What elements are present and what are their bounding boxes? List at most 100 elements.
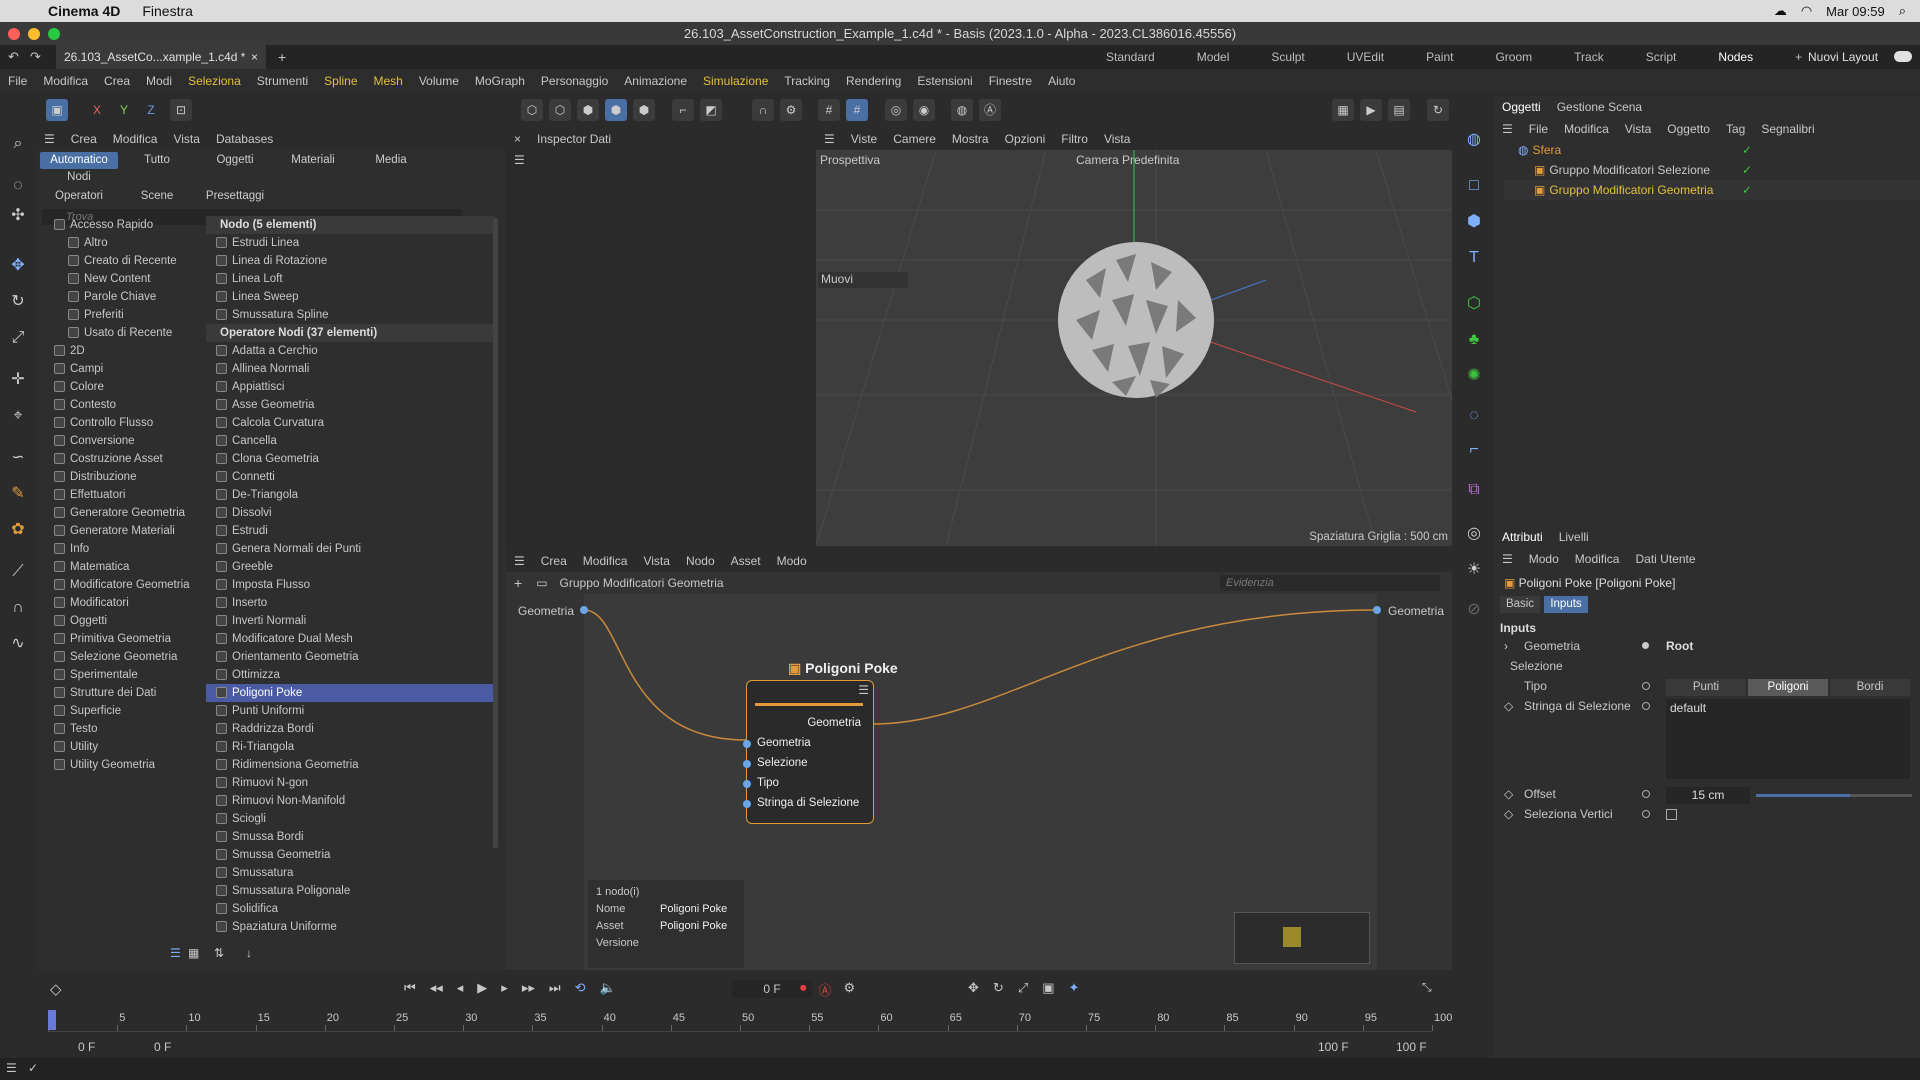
asset-item-ri-triangola[interactable]: Ri-Triangola (206, 738, 494, 756)
tree-item-controllo-flusso[interactable]: Controllo Flusso (42, 414, 202, 432)
asset-menu-modifica[interactable]: Modifica (105, 132, 166, 146)
menu-strumenti[interactable]: Strumenti (249, 74, 316, 88)
check-icon[interactable]: ✓ (1742, 140, 1752, 160)
asset-item-linea-loft[interactable]: Linea Loft (206, 270, 494, 288)
tree-item-contesto[interactable]: Contesto (42, 396, 202, 414)
filter-tab-presettaggi[interactable]: Presettaggi (196, 188, 274, 205)
render-settings-button[interactable]: ◉ (913, 99, 935, 121)
menu-seleziona[interactable]: Seleziona (180, 74, 249, 88)
tab-livelli[interactable]: Livelli (1551, 530, 1597, 544)
check-icon[interactable]: ✓ (1742, 160, 1752, 180)
node-title[interactable]: ▣ Poligoni Poke (788, 660, 898, 677)
timeline-ruler[interactable]: 0510152025303540455055606570758085909510… (48, 1010, 1452, 1032)
next-key-icon[interactable]: ▸▸ (522, 980, 535, 996)
loop-icon[interactable]: ⟲ (575, 980, 586, 996)
record-icon[interactable]: ⏺ (800, 980, 807, 999)
menu-icon[interactable]: ☰ (1494, 552, 1521, 566)
cube-icon[interactable]: ⬢ (1462, 210, 1486, 234)
search-icon[interactable]: ⌕ (1899, 3, 1906, 19)
asset-item-cancella[interactable]: Cancella (206, 432, 494, 450)
layout-standard[interactable]: Standard (1085, 50, 1176, 64)
sort-icon[interactable]: ⇅ (214, 946, 224, 960)
radio-icon[interactable] (1642, 810, 1650, 818)
asset-item-sciogli[interactable]: Sciogli (206, 810, 494, 828)
points-mode-button[interactable]: ⬡ (521, 99, 543, 121)
tree-item-new-content[interactable]: New Content (42, 270, 202, 288)
camera-object-icon[interactable]: ◍ (1462, 128, 1486, 152)
menu-icon[interactable]: ☰ (36, 132, 63, 146)
inspector-menu-icon[interactable]: ☰ (506, 150, 816, 170)
object-mode-button[interactable]: ⬢ (633, 99, 655, 121)
undo-icon[interactable]: ↶ (8, 49, 19, 65)
go-to-end-icon[interactable]: ⏭ (549, 980, 561, 996)
tree-item-oggetti[interactable]: Oggetti (42, 612, 202, 630)
viewport[interactable]: Prospettiva Camera Predefinita Muovi Spa… (816, 150, 1452, 546)
asset-scrollbar[interactable] (493, 218, 498, 848)
menu-modi[interactable]: Modi (138, 74, 180, 88)
play-icon[interactable]: ▶ (477, 980, 487, 996)
tree-item-2d[interactable]: 2D (42, 342, 202, 360)
window-menu[interactable]: Finestra (142, 3, 193, 19)
layout-uvedit[interactable]: UVEdit (1326, 50, 1405, 64)
asset-item-de-triangola[interactable]: De-Triangola (206, 486, 494, 504)
snap-settings-button[interactable]: ⚙ (780, 99, 802, 121)
start-frame-field[interactable]: 0 F (78, 1040, 95, 1054)
zoom-window-button[interactable] (48, 28, 60, 40)
asset-item-connetti[interactable]: Connetti (206, 468, 494, 486)
node-input-stringa-di-selezione[interactable]: Stringa di Selezione (743, 797, 859, 817)
scale-tool-icon[interactable]: ⤢ (6, 326, 30, 350)
menu-finestre[interactable]: Finestre (981, 74, 1040, 88)
asset-item-imposta-flusso[interactable]: Imposta Flusso (206, 576, 494, 594)
generator-icon[interactable]: ⬡ (1462, 292, 1486, 316)
lasso-icon[interactable]: ∽ (6, 446, 30, 470)
document-tab[interactable]: 26.103_AssetCo...xample_1.c4d * × (56, 45, 266, 69)
asset-item-smussa-bordi[interactable]: Smussa Bordi (206, 828, 494, 846)
knife-tool-icon[interactable]: ⟋ (6, 560, 30, 584)
environment-icon[interactable]: ◎ (1462, 522, 1486, 546)
asset-item-punti-uniformi[interactable]: Punti Uniformi (206, 702, 494, 720)
node-input-selezione[interactable]: Selezione (743, 757, 859, 777)
tipo-punti[interactable]: Punti (1666, 679, 1746, 696)
axis-z-button[interactable]: Z (140, 99, 162, 121)
auto-keyframe-icon[interactable]: Ⓐ (979, 99, 1001, 121)
curve-editor-icon[interactable]: ⤡ (1422, 980, 1432, 995)
filter-tab-media[interactable]: Media (352, 152, 430, 169)
viewport-solo-button[interactable]: ◍ (951, 99, 973, 121)
spline-tool-icon[interactable]: ∿ (6, 632, 30, 656)
move-tool-icon[interactable]: ✥ (6, 254, 30, 278)
tree-item-modificatori[interactable]: Modificatori (42, 594, 202, 612)
tree-item-info[interactable]: Info (42, 540, 202, 558)
poligoni-poke-node[interactable]: ☰ Geometria Geometria Selezione Tipo String… (743, 680, 874, 824)
node-menu-modifica[interactable]: Modifica (575, 554, 636, 568)
node-input-geometria[interactable]: Geometria (743, 737, 859, 757)
input-port-dot[interactable] (580, 606, 588, 614)
asset-item-spaziatura-uniforme[interactable]: Spaziatura Uniforme (206, 918, 494, 936)
sphere-object[interactable] (1058, 242, 1214, 398)
chevron-right-icon[interactable]: › (1504, 639, 1508, 653)
asset-item-solidifica[interactable]: Solidifica (206, 900, 494, 918)
layout-toggle[interactable] (1894, 51, 1912, 62)
tree-item-selezione-geometria[interactable]: Selezione Geometria (42, 648, 202, 666)
layout-script[interactable]: Script (1625, 50, 1698, 64)
stringa-field[interactable]: default (1666, 699, 1910, 779)
asset-menu-databases[interactable]: Databases (208, 132, 281, 146)
menu-icon[interactable]: ☰ (1494, 122, 1521, 136)
tree-item-generatore-materiali[interactable]: Generatore Materiali (42, 522, 202, 540)
menu-mesh[interactable]: Mesh (366, 74, 411, 88)
keyframe-diamond-icon[interactable]: ◇ (1504, 699, 1513, 713)
minimize-window-button[interactable] (28, 28, 40, 40)
viewport-menu-filtro[interactable]: Filtro (1053, 132, 1096, 146)
viewport-menu-mostra[interactable]: Mostra (944, 132, 997, 146)
light-icon[interactable]: ☀ (1462, 558, 1486, 582)
asset-item-adatta-a-cerchio[interactable]: Adatta a Cerchio (206, 342, 494, 360)
clock[interactable]: Mar 09:59 (1826, 4, 1885, 19)
menu-icon[interactable]: ☰ (506, 554, 533, 568)
add-tab-button[interactable]: + (278, 49, 286, 65)
edit-render-settings-button[interactable]: ▤ (1388, 99, 1410, 121)
camera-name[interactable]: Camera Predefinita (1076, 153, 1179, 167)
tag-icon[interactable]: ⊘ (1462, 598, 1486, 622)
axis-mode-button[interactable]: ⌐ (672, 99, 694, 121)
layout-paint[interactable]: Paint (1405, 50, 1474, 64)
node-menu-asset[interactable]: Asset (723, 554, 769, 568)
app-menu[interactable]: Cinema 4D (48, 3, 120, 19)
